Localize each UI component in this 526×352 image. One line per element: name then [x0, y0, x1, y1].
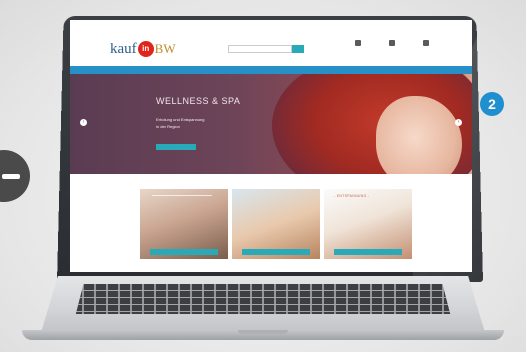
keyboard-rows	[75, 284, 451, 314]
tile-divider	[152, 195, 212, 200]
site-header: kauf in BW	[70, 32, 472, 66]
laptop-notch	[238, 330, 288, 334]
user-icon[interactable]	[384, 40, 400, 48]
tile-tag: - ENTSPANNUNG -	[334, 194, 370, 198]
site-logo[interactable]: kauf in BW	[110, 41, 176, 58]
category-tile[interactable]	[140, 189, 228, 259]
cart-icon[interactable]	[418, 40, 434, 48]
hero-subtitle-line: Erholung und Entspannung	[156, 117, 205, 122]
laptop-screen: kauf in BW WELLNESS & SPA Erholung und E…	[70, 20, 472, 272]
step-number-badge: 2	[480, 92, 504, 116]
header-icons	[350, 40, 434, 48]
hero-subtitle-line: in der Region	[156, 124, 180, 129]
location-icon[interactable]	[350, 40, 366, 48]
tile-button[interactable]	[150, 249, 218, 255]
tile-button[interactable]	[242, 249, 310, 255]
hero-subtitle: Erholung und Entspannung in der Region	[156, 116, 246, 130]
tile-button[interactable]	[334, 249, 402, 255]
chevron-right-icon[interactable]: ›	[455, 119, 462, 126]
category-tile[interactable]	[232, 189, 320, 259]
logo-text-bw: BW	[154, 41, 176, 56]
logo-text: kauf	[110, 40, 137, 57]
category-tile[interactable]: - ENTSPANNUNG -	[324, 189, 412, 259]
search-input[interactable]	[228, 45, 292, 53]
top-utility-bar	[70, 20, 472, 32]
hero-title: WELLNESS & SPA	[156, 96, 241, 106]
hero-banner: WELLNESS & SPA Erholung und Entspannung …	[70, 74, 472, 174]
category-tiles: - ENTSPANNUNG -	[70, 174, 472, 259]
chevron-left-icon[interactable]: ‹	[80, 119, 87, 126]
hero-cta-button[interactable]	[156, 144, 196, 150]
minus-step-icon	[0, 150, 30, 202]
main-nav	[70, 66, 472, 74]
search-button[interactable]	[292, 45, 304, 53]
logo-badge: in	[137, 41, 154, 57]
product-illustration: 2 kauf in BW WELLNESS & SPA Erholung und…	[0, 0, 526, 352]
